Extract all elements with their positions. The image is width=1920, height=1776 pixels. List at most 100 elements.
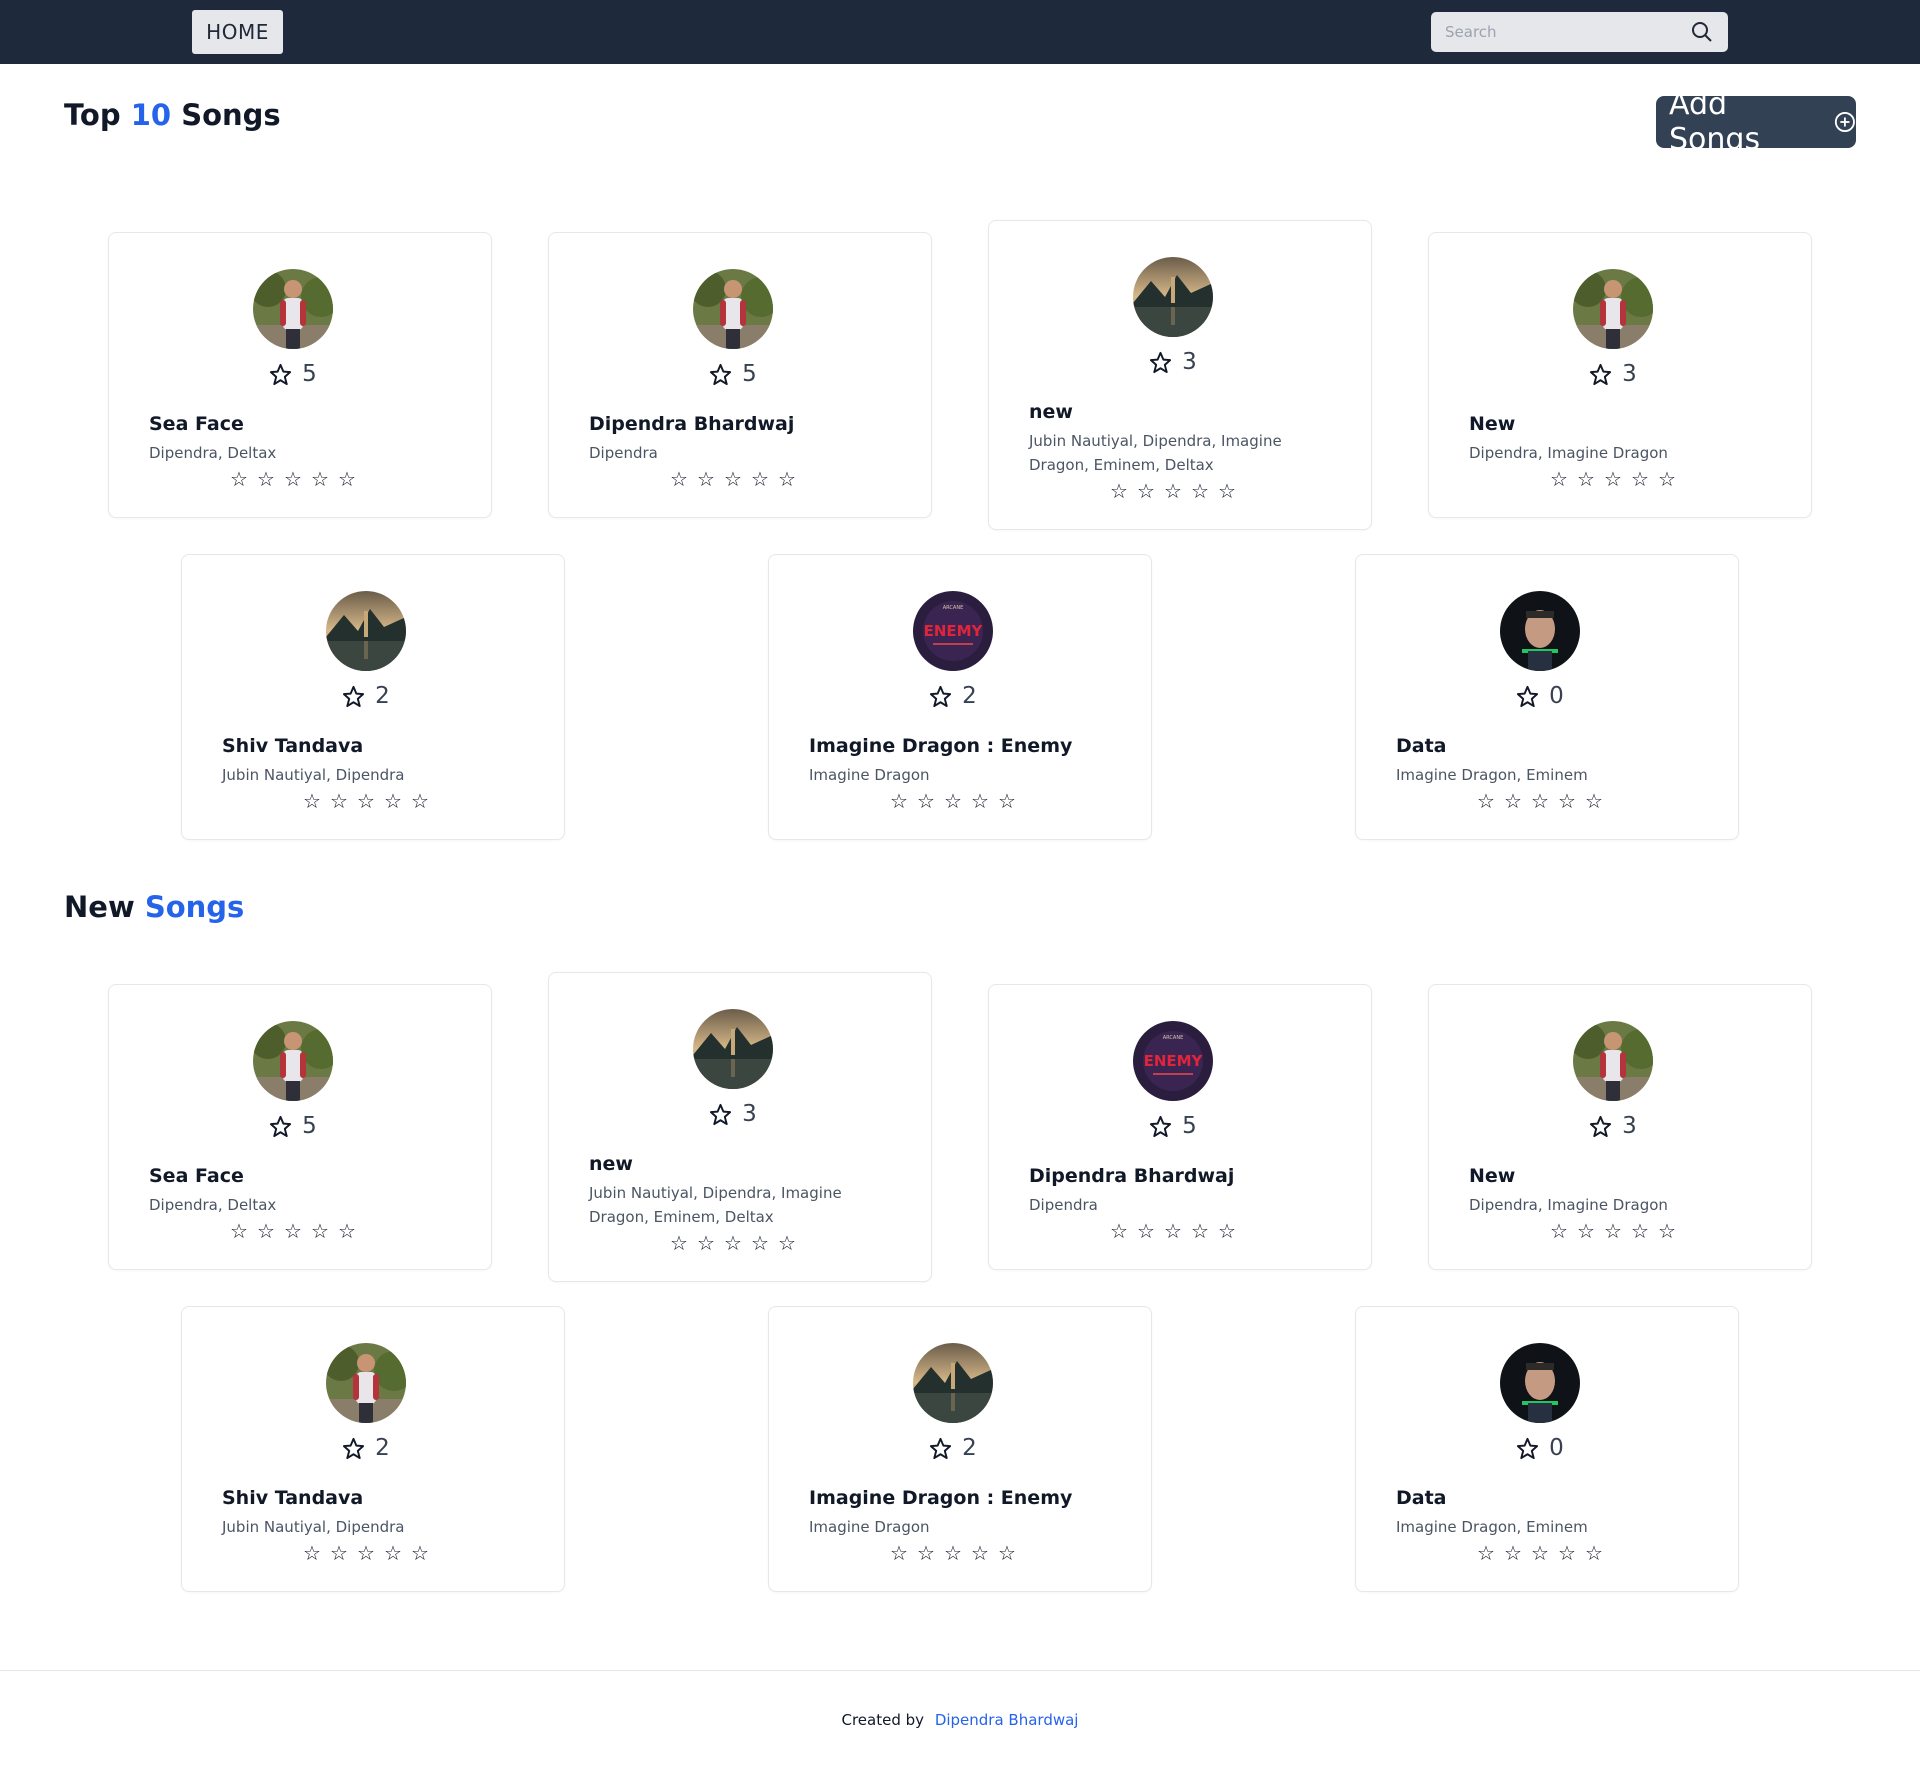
rate-star-icon[interactable]: ☆ — [383, 1541, 404, 1565]
song-card[interactable]: ARCANE ENEMY 2 Imagine Dragon : Enemy Imagin… — [768, 554, 1152, 840]
rate-star-icon[interactable]: ☆ — [410, 1541, 431, 1565]
rate-star-icon[interactable]: ☆ — [337, 467, 358, 491]
song-cover-image — [693, 1009, 773, 1089]
rate-star-icon[interactable]: ☆ — [1217, 479, 1238, 503]
rate-star-icon[interactable]: ☆ — [1630, 1219, 1651, 1243]
rate-star-icon[interactable]: ☆ — [329, 789, 350, 813]
footer-credit: Created by Dipendra Bhardwaj — [841, 1711, 1079, 1729]
rate-star-icon[interactable]: ☆ — [970, 789, 991, 813]
rate-star-icon[interactable]: ☆ — [889, 789, 910, 813]
rate-star-icon[interactable]: ☆ — [1190, 479, 1211, 503]
rate-star-icon[interactable]: ☆ — [356, 1541, 377, 1565]
rate-star-icon[interactable]: ☆ — [1163, 1219, 1184, 1243]
song-card[interactable]: ARCANE ENEMY 5 Dipendra Bhardwaj Dipendra ☆ ☆ ☆… — [988, 984, 1372, 1270]
rate-star-icon[interactable]: ☆ — [229, 1219, 250, 1243]
rate-star-icon[interactable]: ☆ — [329, 1541, 350, 1565]
rate-star-icon[interactable]: ☆ — [1190, 1219, 1211, 1243]
add-songs-button[interactable]: Add Songs — [1656, 87, 1856, 157]
rate-star-icon[interactable]: ☆ — [997, 789, 1018, 813]
rate-star-icon[interactable]: ☆ — [302, 1541, 323, 1565]
rate-star-icon[interactable]: ☆ — [696, 467, 717, 491]
rate-star-icon[interactable]: ☆ — [310, 467, 331, 491]
song-card[interactable]: 5 Dipendra Bhardwaj Dipendra ☆ ☆ ☆ ☆ ☆ — [548, 232, 932, 518]
rate-star-icon[interactable]: ☆ — [256, 1219, 277, 1243]
rate-star-icon[interactable]: ☆ — [283, 1219, 304, 1243]
rate-star-icon[interactable]: ☆ — [669, 1231, 690, 1255]
song-rating: 3 — [1429, 1113, 1797, 1139]
rate-star-icon[interactable]: ☆ — [1557, 789, 1578, 813]
rate-star-icon[interactable]: ☆ — [1503, 1541, 1524, 1565]
song-card[interactable]: 5 Sea Face Dipendra, Deltax ☆ ☆ ☆ ☆ ☆ — [108, 984, 492, 1270]
home-button[interactable]: HOME — [192, 10, 283, 54]
rate-star-icon[interactable]: ☆ — [916, 789, 937, 813]
song-card[interactable]: 3 New Dipendra, Imagine Dragon ☆ ☆ ☆ ☆ ☆ — [1428, 984, 1812, 1270]
song-card[interactable]: 3 New Dipendra, Imagine Dragon ☆ ☆ ☆ ☆ ☆ — [1428, 232, 1812, 518]
rate-star-icon[interactable]: ☆ — [1584, 789, 1605, 813]
song-card[interactable]: 3 new Jubin Nautiyal, Dipendra, Imagine Dr… — [988, 220, 1372, 530]
rate-star-icon[interactable]: ☆ — [1530, 789, 1551, 813]
rate-star-icon[interactable]: ☆ — [669, 467, 690, 491]
song-card[interactable]: 2 Shiv Tandava Jubin Nautiyal, Dipendra ☆ ☆ ☆… — [181, 554, 565, 840]
rate-star-icon[interactable]: ☆ — [1584, 1541, 1605, 1565]
rate-stars: ☆ ☆ ☆ ☆ ☆ — [769, 789, 1137, 813]
rate-star-icon[interactable]: ☆ — [383, 789, 404, 813]
star-icon — [343, 1437, 365, 1459]
rate-star-icon[interactable]: ☆ — [723, 1231, 744, 1255]
rate-star-icon[interactable]: ☆ — [1163, 479, 1184, 503]
rate-star-icon[interactable]: ☆ — [1549, 1219, 1570, 1243]
search-input[interactable] — [1445, 12, 1675, 52]
rate-star-icon[interactable]: ☆ — [1476, 1541, 1497, 1565]
rate-star-icon[interactable]: ☆ — [1109, 1219, 1130, 1243]
rate-star-icon[interactable]: ☆ — [283, 467, 304, 491]
song-rating: 5 — [989, 1113, 1357, 1139]
rate-star-icon[interactable]: ☆ — [750, 1231, 771, 1255]
star-icon — [710, 1103, 732, 1125]
search-icon[interactable] — [1690, 20, 1714, 44]
rate-star-icon[interactable]: ☆ — [889, 1541, 910, 1565]
rate-star-icon[interactable]: ☆ — [229, 467, 250, 491]
rate-star-icon[interactable]: ☆ — [1217, 1219, 1238, 1243]
rate-star-icon[interactable]: ☆ — [1549, 467, 1570, 491]
rate-star-icon[interactable]: ☆ — [302, 789, 323, 813]
rate-star-icon[interactable]: ☆ — [1576, 467, 1597, 491]
star-icon — [1150, 1115, 1172, 1137]
rate-star-icon[interactable]: ☆ — [1557, 1541, 1578, 1565]
rate-star-icon[interactable]: ☆ — [997, 1541, 1018, 1565]
rate-star-icon[interactable]: ☆ — [777, 467, 798, 491]
author-link[interactable]: Dipendra Bhardwaj — [935, 1711, 1079, 1729]
rate-star-icon[interactable]: ☆ — [777, 1231, 798, 1255]
rate-star-icon[interactable]: ☆ — [1109, 479, 1130, 503]
song-title: Shiv Tandava — [222, 1487, 364, 1509]
rate-star-icon[interactable]: ☆ — [916, 1541, 937, 1565]
rate-star-icon[interactable]: ☆ — [1530, 1541, 1551, 1565]
rate-star-icon[interactable]: ☆ — [410, 789, 431, 813]
rate-star-icon[interactable]: ☆ — [1657, 467, 1678, 491]
song-card[interactable]: 2 Imagine Dragon : Enemy Imagine Dragon ☆ ☆ ☆… — [768, 1306, 1152, 1592]
song-card[interactable]: 2 Shiv Tandava Jubin Nautiyal, Dipendra ☆ ☆ ☆… — [181, 1306, 565, 1592]
rate-star-icon[interactable]: ☆ — [256, 467, 277, 491]
rate-star-icon[interactable]: ☆ — [1503, 789, 1524, 813]
song-card[interactable]: 0 Data Imagine Dragon, Eminem ☆ ☆ ☆ ☆ ☆ — [1355, 554, 1739, 840]
rate-star-icon[interactable]: ☆ — [696, 1231, 717, 1255]
song-card[interactable]: 5 Sea Face Dipendra, Deltax ☆ ☆ ☆ ☆ ☆ — [108, 232, 492, 518]
song-artists: Imagine Dragon, Eminem — [1396, 766, 1588, 784]
rate-star-icon[interactable]: ☆ — [943, 789, 964, 813]
rate-star-icon[interactable]: ☆ — [356, 789, 377, 813]
song-card[interactable]: 0 Data Imagine Dragon, Eminem ☆ ☆ ☆ ☆ ☆ — [1355, 1306, 1739, 1592]
song-card[interactable]: 3 new Jubin Nautiyal, Dipendra, Imagine Dr… — [548, 972, 932, 1282]
rate-star-icon[interactable]: ☆ — [310, 1219, 331, 1243]
song-rating: 0 — [1356, 683, 1724, 709]
rate-star-icon[interactable]: ☆ — [723, 467, 744, 491]
rate-star-icon[interactable]: ☆ — [1603, 467, 1624, 491]
rate-star-icon[interactable]: ☆ — [1657, 1219, 1678, 1243]
rate-star-icon[interactable]: ☆ — [1476, 789, 1497, 813]
rate-star-icon[interactable]: ☆ — [943, 1541, 964, 1565]
rate-star-icon[interactable]: ☆ — [750, 467, 771, 491]
rate-star-icon[interactable]: ☆ — [970, 1541, 991, 1565]
rate-star-icon[interactable]: ☆ — [1576, 1219, 1597, 1243]
rate-star-icon[interactable]: ☆ — [1136, 1219, 1157, 1243]
rate-star-icon[interactable]: ☆ — [337, 1219, 358, 1243]
rate-star-icon[interactable]: ☆ — [1136, 479, 1157, 503]
rate-star-icon[interactable]: ☆ — [1630, 467, 1651, 491]
rate-star-icon[interactable]: ☆ — [1603, 1219, 1624, 1243]
